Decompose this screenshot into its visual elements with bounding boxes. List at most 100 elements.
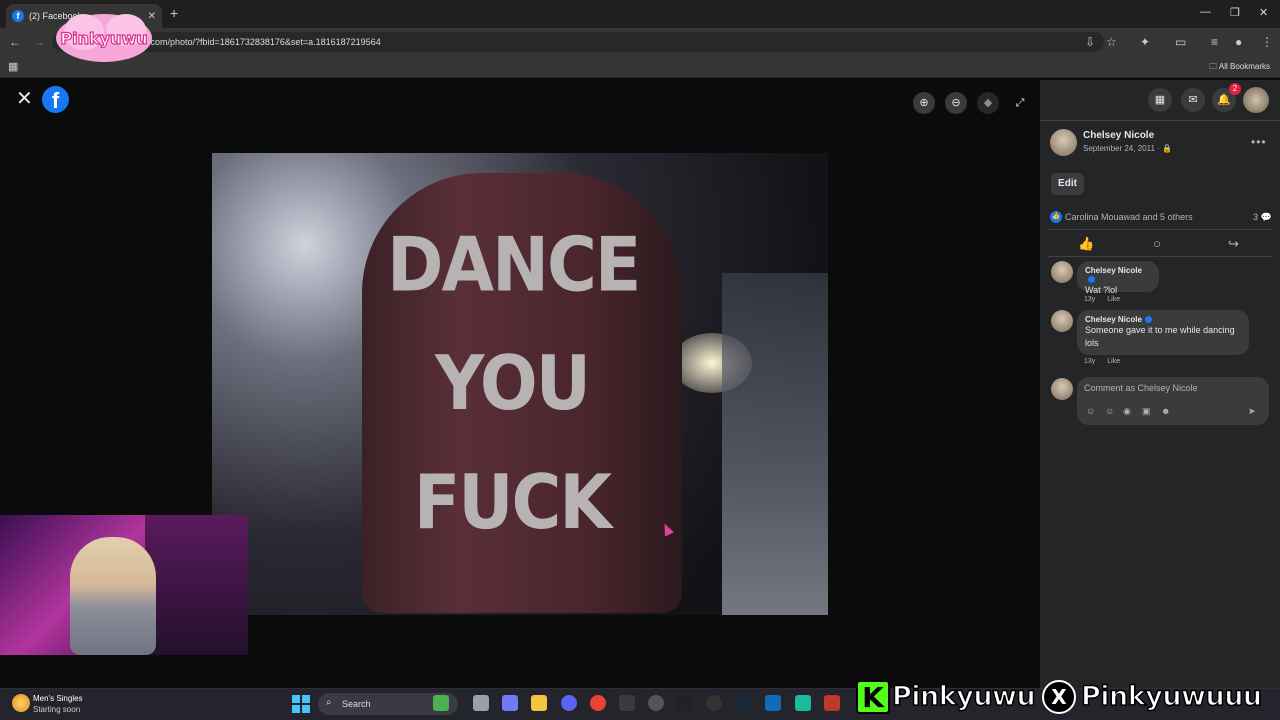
app-icon[interactable] xyxy=(824,695,840,711)
comment-count[interactable]: 3 💬 xyxy=(1253,212,1272,223)
start-tile xyxy=(302,695,310,703)
widget-title[interactable]: Men's Singles xyxy=(33,694,83,703)
bookmarks-bar: ▦ 🗀 All Bookmarks xyxy=(0,56,1280,78)
steam-icon[interactable] xyxy=(736,695,752,711)
svg-text:Pinkyuwu: Pinkyuwu xyxy=(60,29,147,48)
widget-subtitle[interactable]: Starting soon xyxy=(33,705,80,714)
post-date[interactable]: September 24, 2011 · 🔒 xyxy=(1083,144,1172,153)
window-close-icon[interactable]: ✕ xyxy=(1259,6,1268,19)
zoom-in-icon[interactable]: ⊕ xyxy=(913,92,935,114)
browser-tab-strip xyxy=(0,0,1280,28)
extensions-icon[interactable]: ✦ xyxy=(1140,35,1150,49)
avatar-sticker-icon[interactable]: ☺ xyxy=(1086,406,1095,416)
chrome-icon[interactable] xyxy=(590,695,606,711)
comment-bubble: Chelsey Nicole Wat ?lol xyxy=(1077,261,1159,295)
profile-icon[interactable]: ● xyxy=(1235,35,1242,49)
file-explorer-icon[interactable] xyxy=(473,695,489,711)
start-tile xyxy=(302,705,310,713)
gif-icon[interactable]: ▣ xyxy=(1142,406,1151,417)
comment-bubble: Chelsey Nicole Someone gave it to me whi… xyxy=(1077,310,1249,355)
comment-author[interactable]: Chelsey Nicole xyxy=(1085,266,1151,284)
post-options-icon[interactable]: ••• xyxy=(1251,135,1267,149)
sidebar-divider xyxy=(1040,120,1280,121)
comment-placeholder[interactable]: Comment as Chelsey Nicole xyxy=(1084,383,1198,393)
close-icon[interactable]: ✕ xyxy=(16,89,34,109)
shirt-line-1: DANCE xyxy=(387,222,641,310)
address-bar[interactable]: .com/photo/?fbid=1861732838176&set=a.181… xyxy=(52,32,1104,52)
restore-icon[interactable]: ❐ xyxy=(1230,6,1240,19)
copilot-icon[interactable] xyxy=(502,695,518,711)
forward-icon[interactable]: → xyxy=(33,35,45,49)
comment-author-name: Chelsey Nicole xyxy=(1085,266,1142,275)
poster-name[interactable]: Chelsey Nicole xyxy=(1083,130,1154,141)
minimize-icon[interactable]: — xyxy=(1200,6,1211,18)
start-button[interactable] xyxy=(292,695,310,713)
notification-badge: 2 xyxy=(1229,83,1241,95)
facebook-favicon-icon: f xyxy=(12,10,24,22)
apps-grid-icon[interactable]: ▦ xyxy=(8,60,18,73)
poster-avatar[interactable] xyxy=(1050,129,1077,156)
emoji-icon[interactable]: ☺ xyxy=(1105,406,1114,416)
comment-avatar[interactable] xyxy=(1051,261,1073,283)
folder-icon[interactable] xyxy=(531,695,547,711)
sticker-icon[interactable]: ☻ xyxy=(1161,406,1170,416)
comment-like-link[interactable]: Like xyxy=(1107,358,1120,365)
comment-author-name: Chelsey Nicole xyxy=(1085,315,1142,324)
webcam-background xyxy=(145,515,248,655)
discord-icon[interactable] xyxy=(561,695,577,711)
chrome-menu-icon[interactable]: ⋮ xyxy=(1261,35,1273,49)
like-button-icon[interactable]: 👍 xyxy=(1078,236,1094,252)
new-tab-button[interactable]: + xyxy=(170,5,178,21)
facebook-logo-icon[interactable]: f xyxy=(42,86,69,113)
outlook-icon[interactable] xyxy=(765,695,781,711)
comment-meta: 13y Like xyxy=(1084,358,1130,365)
comment-count-value: 3 xyxy=(1253,212,1259,222)
edit-button[interactable]: Edit xyxy=(1051,173,1084,195)
streaming-app-icon[interactable] xyxy=(619,695,635,711)
obs-icon[interactable] xyxy=(648,695,664,711)
start-tile xyxy=(292,695,300,703)
pinkyuwu-stream-logo: Pinkyuwu xyxy=(56,14,152,62)
app-icon[interactable] xyxy=(795,695,811,711)
like-reaction-icon: 👍 xyxy=(1050,211,1062,223)
webcam-overlay xyxy=(0,515,248,655)
install-app-icon[interactable]: ⇩ xyxy=(1085,35,1095,49)
camera-icon[interactable]: ◉ xyxy=(1123,406,1131,417)
sidebar-icon[interactable]: ▭ xyxy=(1175,35,1186,49)
media-icon[interactable]: ≡ xyxy=(1211,35,1218,49)
search-icon: ⌕ xyxy=(326,697,332,708)
comment-age[interactable]: 13y xyxy=(1084,358,1095,365)
widget-icon[interactable] xyxy=(12,694,30,712)
commenter-avatar[interactable] xyxy=(1051,378,1073,400)
epic-games-icon[interactable] xyxy=(677,695,693,711)
back-icon[interactable]: ← xyxy=(9,35,21,49)
all-bookmarks-folder[interactable]: 🗀 All Bookmarks xyxy=(1209,61,1270,75)
menu-grid-icon[interactable]: ▦ xyxy=(1148,88,1172,112)
verified-badge-icon xyxy=(1088,276,1095,284)
shirt-line-3: FUCK xyxy=(413,459,612,547)
share-button-icon[interactable]: ↪ xyxy=(1228,236,1239,252)
comment-author[interactable]: Chelsey Nicole xyxy=(1085,315,1241,324)
shirt-line-2: YOU xyxy=(435,341,591,428)
webcam-streamer xyxy=(70,537,156,655)
app-icon[interactable] xyxy=(706,695,722,711)
comment-avatar[interactable] xyxy=(1051,310,1073,332)
fullscreen-icon[interactable]: ⤢ xyxy=(1009,92,1031,114)
bookmark-star-icon[interactable]: ☆ xyxy=(1106,35,1117,49)
taskbar-search-label[interactable]: Search xyxy=(342,699,371,709)
actions-divider-top xyxy=(1048,229,1272,230)
x-handle: Pinkyuwuuu xyxy=(1080,680,1263,713)
photo-shirt-text: DANCE YOU FUCK xyxy=(387,207,641,563)
account-avatar[interactable] xyxy=(1243,87,1269,113)
zoom-out-icon[interactable]: ⊖ xyxy=(945,92,967,114)
actions-divider-bottom xyxy=(1048,256,1272,257)
comment-age[interactable]: 13y xyxy=(1084,296,1095,303)
messenger-icon[interactable]: ✉ xyxy=(1181,88,1205,112)
comment-meta: 13y Like xyxy=(1084,296,1130,303)
reactions-summary[interactable]: Carolina Mouawad and 5 others xyxy=(1065,212,1193,222)
comment-button-icon[interactable]: ○ xyxy=(1153,236,1161,251)
comment-like-link[interactable]: Like xyxy=(1107,296,1120,303)
tag-icon[interactable]: ◆ xyxy=(977,92,999,114)
taskbar-app-icon[interactable] xyxy=(433,695,449,711)
send-icon[interactable]: ➤ xyxy=(1248,406,1256,417)
